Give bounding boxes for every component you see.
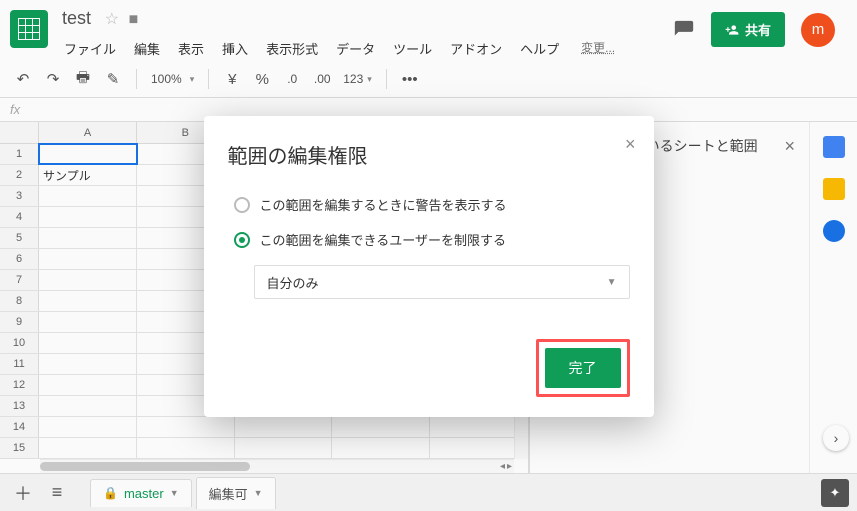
restrict-user-select[interactable]: 自分のみ ▼: [254, 265, 630, 299]
radio-icon: [234, 197, 250, 213]
option-label: この範囲を編集するときに警告を表示する: [260, 195, 507, 214]
dialog-title: 範囲の編集権限: [228, 140, 630, 169]
dialog-close-icon[interactable]: ×: [625, 134, 636, 155]
modal-backdrop: 範囲の編集権限 × この範囲を編集するときに警告を表示する この範囲を編集できる…: [0, 0, 857, 511]
chevron-down-icon: ▼: [607, 277, 617, 288]
select-value: 自分のみ: [267, 273, 319, 292]
option-restrict-users[interactable]: この範囲を編集できるユーザーを制限する: [228, 222, 630, 257]
done-highlight: 完了: [536, 339, 630, 397]
option-show-warning[interactable]: この範囲を編集するときに警告を表示する: [228, 187, 630, 222]
option-label: この範囲を編集できるユーザーを制限する: [260, 230, 506, 249]
radio-checked-icon: [234, 232, 250, 248]
range-permissions-dialog: 範囲の編集権限 × この範囲を編集するときに警告を表示する この範囲を編集できる…: [204, 116, 654, 417]
done-button[interactable]: 完了: [545, 348, 621, 388]
